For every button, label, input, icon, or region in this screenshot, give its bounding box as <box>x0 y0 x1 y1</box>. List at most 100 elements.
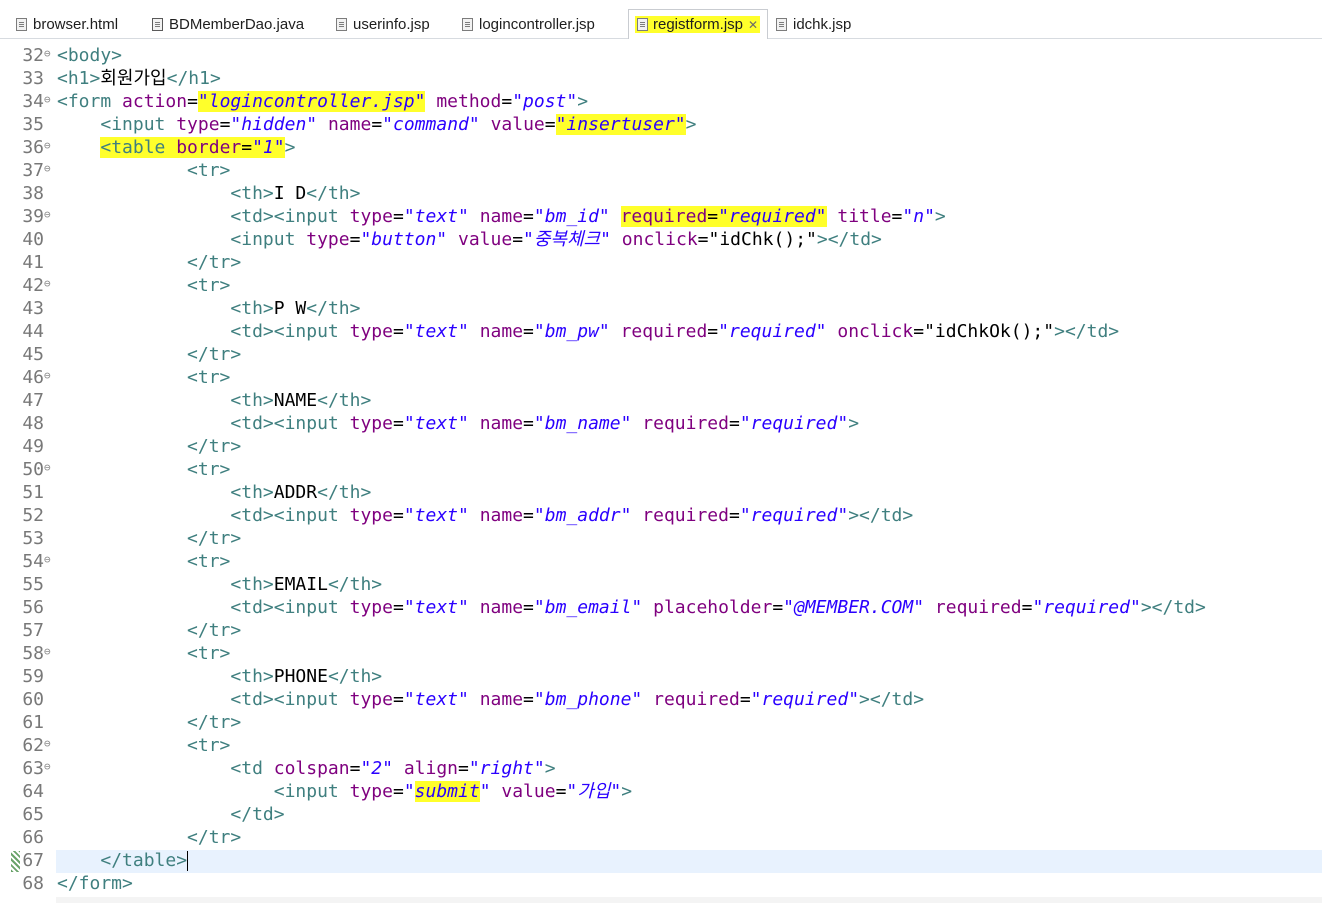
code-token: type <box>349 781 393 802</box>
fold-toggle-icon[interactable]: ⊖ <box>44 550 54 570</box>
code-text: <tr> <box>57 734 230 757</box>
line-number: 64 <box>22 781 44 802</box>
code-line[interactable]: 34 ⊖ <form action="logincontroller.jsp" me… <box>0 90 1322 113</box>
fold-toggle-icon[interactable]: ⊖ <box>44 458 54 478</box>
tab-browser-html[interactable]: browser.html <box>10 10 124 38</box>
code-token: required <box>620 206 708 227</box>
tab-userinfo-jsp[interactable]: userinfo.jsp <box>330 10 436 38</box>
code-editor[interactable]: 32 ⊖ <body> 33 <h1>회원가입</h1> 34 ⊖ <form action=… <box>0 39 1322 903</box>
line-number: 38 <box>22 183 44 204</box>
fold-toggle-icon[interactable]: ⊖ <box>44 642 54 662</box>
code-token: value <box>458 229 513 250</box>
code-line[interactable]: 57 </tr> <box>0 619 1322 642</box>
code-line[interactable]: 37 ⊖ <tr> <box>0 159 1322 182</box>
tab-registform-jsp[interactable]: registform.jsp ✕ <box>628 9 768 39</box>
code-line[interactable]: 40 <input type="button" value="중복체크" onc… <box>0 228 1322 251</box>
line-number: 50 <box>22 459 44 480</box>
code-line[interactable]: 67 </table> <box>0 849 1322 872</box>
code-text: <th>PHONE</th> <box>57 665 382 688</box>
fold-toggle-icon[interactable]: ⊖ <box>44 757 54 777</box>
code-token: "@MEMBER.COM" <box>783 597 925 618</box>
tab-label: userinfo.jsp <box>353 15 430 33</box>
code-token: </tr> <box>187 620 242 641</box>
code-line[interactable]: 33 <h1>회원가입</h1> <box>0 67 1322 90</box>
html-file-icon <box>16 17 27 31</box>
code-token: > <box>284 137 296 158</box>
code-token: "required" <box>718 321 827 342</box>
code-line[interactable]: 32 ⊖ <body> <box>0 44 1322 67</box>
code-line[interactable]: 59 <th>PHONE</th> <box>0 665 1322 688</box>
tab-logincontroller-jsp[interactable]: logincontroller.jsp <box>456 10 601 38</box>
line-number: 45 <box>22 344 44 365</box>
code-line[interactable]: 47 <th>NAME</th> <box>0 389 1322 412</box>
code-line[interactable]: 52 <td><input type="text" name="bm_addr"… <box>0 504 1322 527</box>
code-token: name <box>479 321 524 342</box>
code-text: </tr> <box>57 711 241 734</box>
code-token: border <box>176 137 242 158</box>
code-token: type <box>349 597 393 618</box>
code-text: <th>I D</th> <box>57 182 360 205</box>
code-line[interactable]: 51 <th>ADDR</th> <box>0 481 1322 504</box>
code-token: "logincontroller.jsp" <box>197 91 426 112</box>
code-line[interactable]: 63 ⊖ <td colspan="2" align="right"> <box>0 757 1322 780</box>
code-line[interactable]: 44 <td><input type="text" name="bm_pw" r… <box>0 320 1322 343</box>
code-token: P W <box>273 298 307 319</box>
tab-bdmemberdao-java[interactable]: BDMemberDao.java <box>146 10 310 38</box>
code-line[interactable]: 56 <td><input type="text" name="bm_email… <box>0 596 1322 619</box>
code-line[interactable]: 35 <input type="hidden" name="command" v… <box>0 113 1322 136</box>
code-line[interactable]: 55 <th>EMAIL</th> <box>0 573 1322 596</box>
code-line[interactable]: 46 ⊖ <tr> <box>0 366 1322 389</box>
code-text: <form action="logincontroller.jsp" metho… <box>57 90 588 113</box>
code-line[interactable]: 49 </tr> <box>0 435 1322 458</box>
fold-toggle-icon[interactable]: ⊖ <box>44 734 54 754</box>
code-line[interactable]: 68 </form> <box>0 872 1322 895</box>
code-line[interactable]: 60 <td><input type="text" name="bm_phone… <box>0 688 1322 711</box>
code-text: <tr> <box>57 159 230 182</box>
fold-toggle-icon[interactable]: ⊖ <box>44 159 54 179</box>
code-line[interactable]: 45 </tr> <box>0 343 1322 366</box>
code-line[interactable]: 61 </tr> <box>0 711 1322 734</box>
code-line[interactable]: 38 <th>I D</th> <box>0 182 1322 205</box>
code-token: "가입" <box>566 781 622 802</box>
fold-toggle-icon[interactable]: ⊖ <box>44 274 54 294</box>
tab-idchk-jsp[interactable]: idchk.jsp <box>770 10 857 38</box>
code-line[interactable]: 50 ⊖ <tr> <box>0 458 1322 481</box>
code-line[interactable]: 65 </td> <box>0 803 1322 826</box>
close-tab-icon[interactable]: ✕ <box>748 18 758 32</box>
code-token: <tr> <box>187 367 231 388</box>
fold-toggle-icon[interactable]: ⊖ <box>44 44 54 64</box>
code-line[interactable]: 42 ⊖ <tr> <box>0 274 1322 297</box>
code-token: type <box>349 689 393 710</box>
line-number: 33 <box>22 68 44 89</box>
fold-toggle-icon[interactable]: ⊖ <box>44 90 54 110</box>
code-line[interactable]: 53 </tr> <box>0 527 1322 550</box>
code-line[interactable]: 43 <th>P W</th> <box>0 297 1322 320</box>
code-line[interactable]: 48 <td><input type="text" name="bm_name"… <box>0 412 1322 435</box>
code-token: </table> <box>100 850 188 871</box>
code-line[interactable]: 66 </tr> <box>0 826 1322 849</box>
code-token: value <box>501 781 556 802</box>
fold-toggle-icon[interactable]: ⊖ <box>44 136 54 156</box>
code-token: = <box>392 206 404 227</box>
code-line[interactable]: 41 </tr> <box>0 251 1322 274</box>
code-line[interactable]: 39 ⊖ <td><input type="text" name="bm_id" … <box>0 205 1322 228</box>
code-token: <form <box>57 91 123 112</box>
code-token: "bm_addr" <box>533 505 632 526</box>
fold-toggle-icon[interactable]: ⊖ <box>44 205 54 225</box>
code-token: "text" <box>403 689 469 710</box>
code-line[interactable]: 64 <input type="submit" value="가입"> <box>0 780 1322 803</box>
code-token: "text" <box>403 413 469 434</box>
code-line[interactable]: 62 ⊖ <tr> <box>0 734 1322 757</box>
code-line[interactable]: 36 ⊖ <table border="1"> <box>0 136 1322 159</box>
code-token: </tr> <box>187 436 242 457</box>
code-line[interactable]: 54 ⊖ <tr> <box>0 550 1322 573</box>
line-number: 43 <box>22 298 44 319</box>
fold-toggle-icon[interactable]: ⊖ <box>44 366 54 386</box>
code-line[interactable]: 58 ⊖ <tr> <box>0 642 1322 665</box>
